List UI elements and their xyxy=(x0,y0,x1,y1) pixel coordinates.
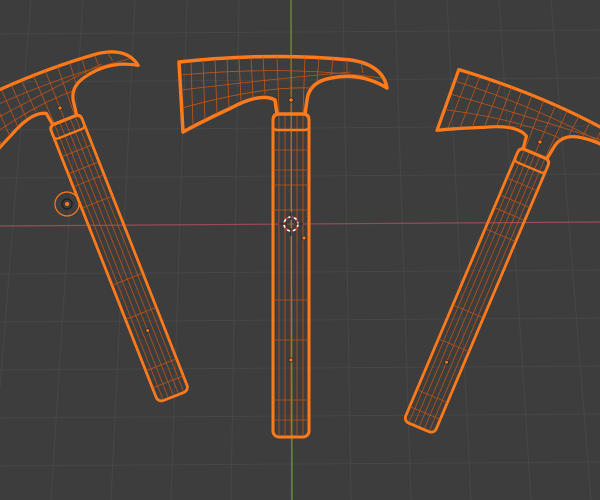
grid-line xyxy=(0,365,600,371)
grid-line xyxy=(0,413,600,419)
hammer-center[interactable] xyxy=(177,54,389,439)
hammer-left[interactable] xyxy=(0,36,258,436)
grid-line xyxy=(498,0,532,500)
3d-viewport[interactable] xyxy=(0,0,600,500)
grid-line xyxy=(0,269,600,275)
hammer-right[interactable] xyxy=(322,62,600,464)
grid-line xyxy=(0,317,600,323)
grid-line xyxy=(110,0,136,500)
grid-line xyxy=(446,0,472,500)
origin-dot xyxy=(301,235,307,241)
grid-line xyxy=(0,0,32,388)
grid-line xyxy=(550,0,592,500)
grid-line xyxy=(394,0,412,500)
grid-line xyxy=(0,29,600,35)
viewport-canvas[interactable] xyxy=(0,0,600,500)
grid-line xyxy=(0,77,600,83)
grid-line xyxy=(0,461,600,467)
grid-line xyxy=(230,0,240,500)
grid-line xyxy=(50,0,84,500)
empty-object-icon[interactable] xyxy=(54,191,80,217)
